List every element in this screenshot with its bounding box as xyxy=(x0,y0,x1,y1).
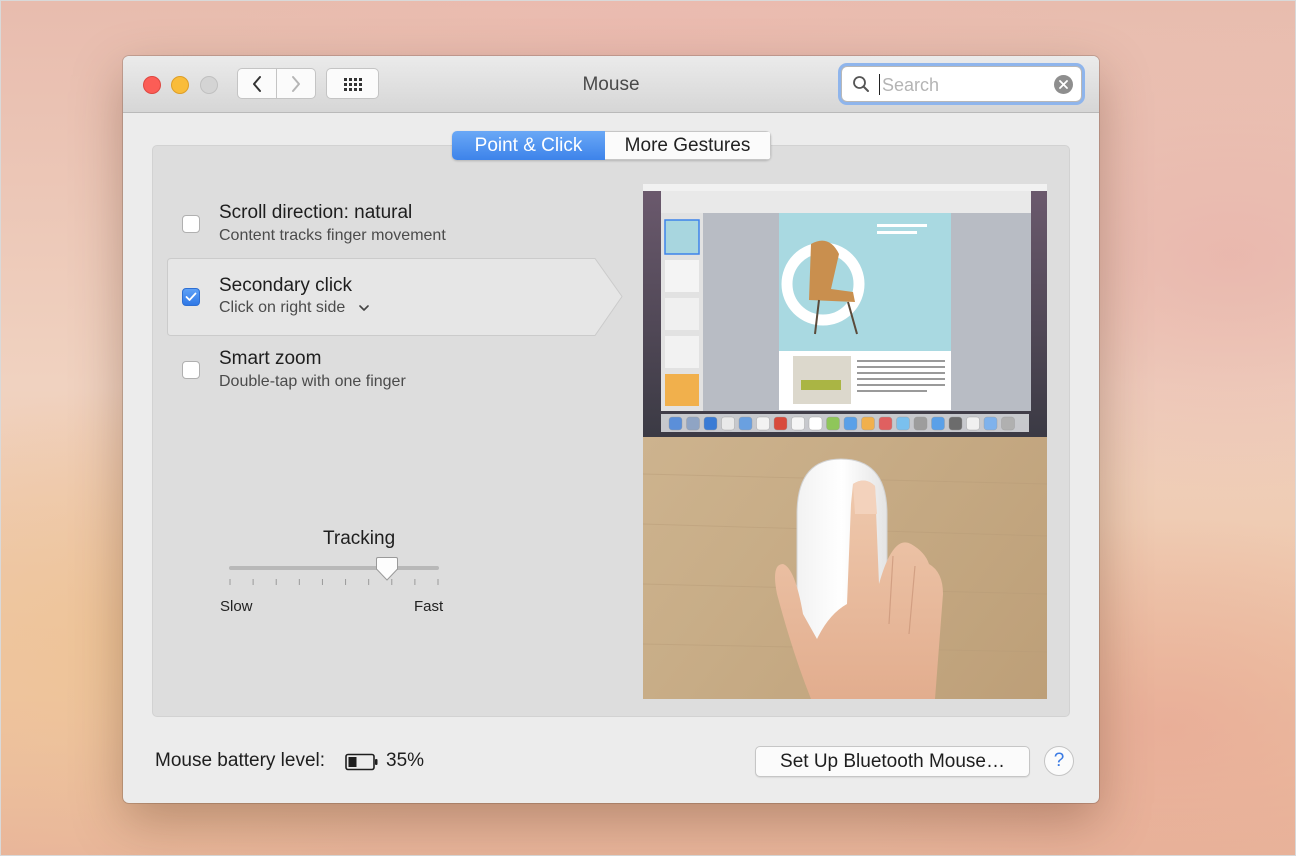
mouse-preferences-window: Mouse Point & Click More Gestures Scroll… xyxy=(123,56,1099,803)
dock-app-icon xyxy=(931,416,945,431)
settings-panel: Scroll direction: natural Content tracks… xyxy=(152,145,1070,717)
tab-point-click[interactable]: Point & Click xyxy=(452,131,605,160)
help-button[interactable]: ? xyxy=(1044,746,1074,776)
tracking-label: Tracking xyxy=(323,528,396,549)
battery-icon xyxy=(345,753,378,771)
dock-app-icon xyxy=(808,416,823,431)
search-icon xyxy=(853,76,869,92)
dock-app-icon xyxy=(721,416,735,431)
dock-app-icon xyxy=(791,416,805,431)
dock-app-icon xyxy=(686,416,700,431)
option-secondary-click: Secondary click Click on right side xyxy=(153,269,633,325)
option-smart-zoom: Smart zoom Double-tap with one finger xyxy=(153,342,633,398)
tracking-slider-track[interactable] xyxy=(229,566,439,570)
tracking-slider-thumb[interactable] xyxy=(375,556,399,582)
setup-bluetooth-mouse-button[interactable]: Set Up Bluetooth Mouse… xyxy=(755,746,1030,777)
dock-app-icon xyxy=(738,416,753,431)
battery-value: 35% xyxy=(386,750,425,771)
checkmark-icon xyxy=(185,292,197,301)
option-scroll-direction: Scroll direction: natural Content tracks… xyxy=(153,196,633,252)
dock-app-icon xyxy=(826,416,840,431)
dock-app-icon xyxy=(756,416,770,431)
dock-app-icon xyxy=(843,416,858,431)
option-subtitle: Content tracks finger movement xyxy=(219,227,446,244)
titlebar: Mouse xyxy=(123,56,1099,113)
tracking-slider-ticks xyxy=(229,579,439,585)
dock-app-icon xyxy=(896,416,910,431)
option-subtitle: Click on right side xyxy=(219,299,346,316)
dock-app-icon xyxy=(983,416,998,431)
secondary-click-checkbox[interactable] xyxy=(182,288,200,306)
option-title: Smart zoom xyxy=(219,348,322,369)
secondary-click-popup[interactable]: Click on right side xyxy=(219,299,370,317)
dock-app-icon xyxy=(1001,416,1015,431)
search-input[interactable] xyxy=(880,71,1054,99)
scroll-direction-checkbox[interactable] xyxy=(182,215,200,233)
dock-app-icon xyxy=(668,416,683,431)
dock-app-icon xyxy=(966,416,980,431)
dock-app-icon xyxy=(703,416,718,431)
option-title: Scroll direction: natural xyxy=(219,202,413,223)
slider-min-label: Slow xyxy=(220,598,253,615)
option-subtitle: Double-tap with one finger xyxy=(219,373,406,390)
battery-label: Mouse battery level: xyxy=(155,750,326,771)
tab-more-gestures[interactable]: More Gestures xyxy=(605,131,771,160)
search-field[interactable] xyxy=(841,66,1082,102)
close-icon xyxy=(1059,80,1068,89)
option-title: Secondary click xyxy=(219,275,353,296)
dock-app-icon xyxy=(861,416,875,431)
chevron-down-icon xyxy=(359,304,370,311)
gesture-preview-image xyxy=(643,184,1047,699)
dock-app-icon xyxy=(948,416,963,431)
slider-max-label: Fast xyxy=(414,598,444,615)
tab-bar: Point & Click More Gestures xyxy=(452,131,771,160)
smart-zoom-checkbox[interactable] xyxy=(182,361,200,379)
dock-app-icon xyxy=(913,416,928,431)
clear-search-button[interactable] xyxy=(1054,75,1073,94)
dock-app-icon xyxy=(878,416,893,431)
dock-app-icon xyxy=(773,416,788,431)
